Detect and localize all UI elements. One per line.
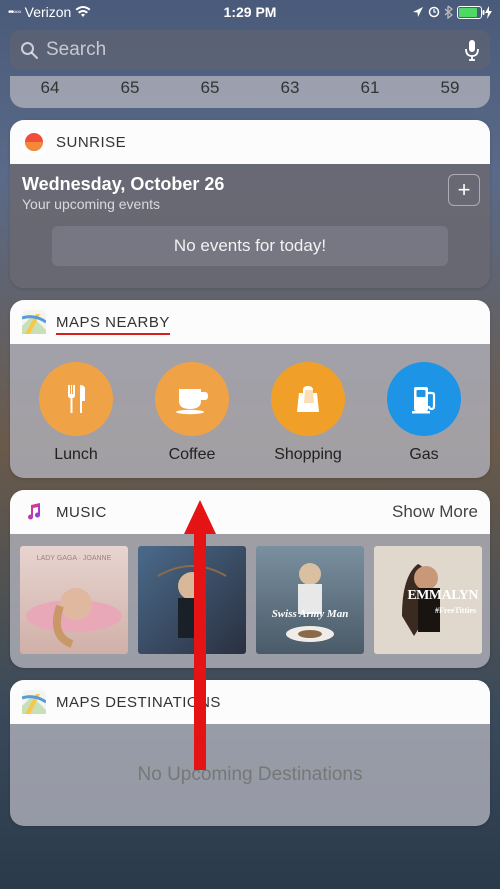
sunrise-widget[interactable]: SUNRISE Wednesday, October 26 Your upcom… — [10, 120, 490, 288]
music-widget[interactable]: MUSIC Show More LADY GAGA · JOANNE Swiss… — [10, 490, 490, 668]
wifi-icon — [75, 6, 91, 18]
maps-app-icon — [22, 690, 46, 714]
sunrise-app-icon — [22, 130, 46, 154]
fork-knife-icon — [39, 362, 113, 436]
maps-nearby-body: Lunch Coffee Shopping Gas — [10, 344, 490, 478]
widget-title: SUNRISE — [56, 134, 126, 151]
weather-temp: 64 — [41, 78, 60, 98]
search-icon — [20, 41, 38, 59]
signal-dots-icon: ••◦◦◦ — [8, 7, 21, 18]
microphone-icon[interactable] — [464, 39, 480, 61]
maps-nearby-widget[interactable]: MAPS NEARBY Lunch Coffee Shopping Gas — [10, 300, 490, 478]
no-events-message: No events for today! — [52, 226, 448, 266]
battery-icon — [457, 6, 492, 19]
no-destinations-message: No Upcoming Destinations — [10, 724, 490, 826]
sunrise-body: Wednesday, October 26 Your upcoming even… — [10, 164, 490, 288]
cup-icon — [155, 362, 229, 436]
maps-category-label: Shopping — [274, 446, 342, 464]
weather-widget-partial[interactable]: 64 65 65 63 61 59 — [10, 76, 490, 108]
alarm-icon — [428, 6, 440, 18]
album-artwork-icon: LADY GAGA · JOANNE — [20, 546, 128, 654]
weather-temp: 63 — [281, 78, 300, 98]
maps-category-lunch[interactable]: Lunch — [18, 362, 134, 464]
album-art[interactable]: EMMALYN #FreeTitties — [374, 546, 482, 654]
weather-temp: 61 — [361, 78, 380, 98]
maps-category-label: Coffee — [169, 446, 216, 464]
maps-category-shopping[interactable]: Shopping — [250, 362, 366, 464]
album-art[interactable]: LADY GAGA · JOANNE — [20, 546, 128, 654]
maps-category-gas[interactable]: Gas — [366, 362, 482, 464]
show-more-button[interactable]: Show More — [392, 502, 478, 522]
album-title-overlay: Swiss Army Man — [256, 608, 364, 620]
widget-header: MAPS NEARBY — [10, 300, 490, 344]
widget-header: MAPS DESTINATIONS — [10, 680, 490, 724]
sunrise-subtitle: Your upcoming events — [22, 196, 478, 212]
widget-header: SUNRISE — [10, 120, 490, 164]
album-title-overlay: EMMALYN — [407, 588, 478, 604]
weather-temp: 65 — [201, 78, 220, 98]
maps-category-label: Lunch — [54, 446, 98, 464]
widget-title: MAPS NEARBY — [56, 314, 170, 331]
search-placeholder: Search — [46, 39, 464, 61]
weather-temp: 59 — [441, 78, 460, 98]
add-event-button[interactable]: + — [448, 174, 480, 206]
sunrise-date: Wednesday, October 26 — [22, 174, 478, 195]
pump-icon — [387, 362, 461, 436]
maps-app-icon — [22, 310, 46, 334]
status-left: ••◦◦◦ Verizon — [8, 4, 91, 20]
album-art[interactable]: Swiss Army Man — [256, 546, 364, 654]
widget-title: MUSIC — [56, 504, 107, 521]
weather-temp: 65 — [121, 78, 140, 98]
music-body: LADY GAGA · JOANNE Swiss Army Man EMMALY… — [10, 534, 490, 668]
carrier-label: Verizon — [25, 4, 72, 20]
album-art[interactable] — [138, 546, 246, 654]
music-app-icon — [22, 500, 46, 524]
spotlight-search[interactable]: Search — [10, 30, 490, 70]
location-icon — [412, 6, 424, 18]
maps-destinations-widget[interactable]: MAPS DESTINATIONS No Upcoming Destinatio… — [10, 680, 490, 826]
status-right — [412, 5, 492, 19]
album-artwork-icon — [138, 546, 246, 654]
album-subtitle-overlay: #FreeTitties — [435, 606, 476, 615]
bluetooth-icon — [444, 5, 453, 19]
album-artwork-icon — [256, 546, 364, 654]
maps-category-label: Gas — [409, 446, 438, 464]
maps-category-coffee[interactable]: Coffee — [134, 362, 250, 464]
widget-header: MUSIC Show More — [10, 490, 490, 534]
status-bar: ••◦◦◦ Verizon 1:29 PM — [0, 0, 500, 24]
status-time: 1:29 PM — [224, 4, 277, 20]
bag-icon — [271, 362, 345, 436]
widget-title: MAPS DESTINATIONS — [56, 694, 221, 711]
svg-text:LADY GAGA · JOANNE: LADY GAGA · JOANNE — [37, 555, 112, 562]
